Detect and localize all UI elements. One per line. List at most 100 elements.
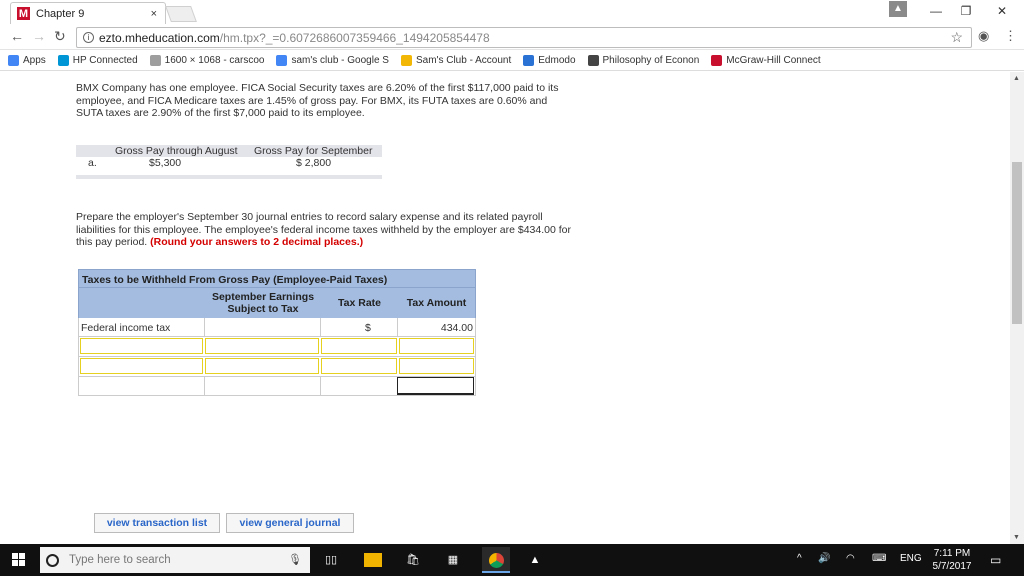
system-clock[interactable]: 7:11 PM 5/7/2017	[928, 547, 976, 573]
tab-title: Chapter 9	[36, 7, 85, 20]
bookmark-label: Edmodo	[538, 55, 576, 66]
bookmark-label: McGraw-Hill Connect	[726, 55, 821, 66]
browser-tab[interactable]: M Chapter 9 ×	[10, 2, 166, 24]
restore-button[interactable]: ❐	[952, 2, 980, 20]
bookmark-label: sam's club - Google S	[291, 55, 389, 66]
bookmark-star-icon[interactable]: ☆	[950, 29, 963, 46]
tax-amount-input[interactable]	[398, 338, 474, 354]
tray-chevron-icon[interactable]: ^	[797, 553, 802, 564]
bookmark-label: Sam's Club - Account	[415, 55, 512, 66]
total-row	[78, 377, 476, 396]
wifi-icon[interactable]: ◠	[846, 553, 855, 564]
language-indicator[interactable]: ENG	[900, 553, 922, 564]
edmodo-icon	[523, 55, 535, 66]
rounding-note: (Round your answers to 2 decimal places.…	[150, 236, 364, 248]
mcgraw-hill-icon	[711, 55, 723, 66]
microphone-icon[interactable]: 🎙	[288, 553, 302, 566]
earnings-input[interactable]	[205, 358, 320, 374]
browser-menu-icon[interactable]: ⋮	[1004, 28, 1017, 44]
tax-table-title: Taxes to be Withheld From Gross Pay (Emp…	[78, 269, 476, 288]
page-scrollbar[interactable]: ▲ ▼	[1010, 72, 1024, 544]
given-row-label: a.	[88, 157, 97, 169]
tax-amount-input[interactable]	[398, 358, 474, 374]
problem-instruction: Prepare the employer's September 30 jour…	[76, 211, 576, 249]
back-arrow-icon[interactable]: ←	[10, 28, 24, 44]
bookmark-item[interactable]: Apps	[8, 55, 46, 66]
page-content: BMX Company has one employee. FICA Socia…	[0, 72, 1010, 544]
header-blank	[79, 288, 205, 318]
header-earnings: September Earnings Subject to Tax	[211, 291, 315, 315]
page-icon	[149, 55, 161, 66]
profile-icon[interactable]: ▲	[889, 1, 907, 17]
file-explorer-icon[interactable]	[364, 553, 382, 567]
bookmark-item[interactable]: 1600 × 1068 - carscoo	[149, 55, 265, 66]
clock-time: 7:11 PM	[933, 548, 971, 559]
google-icon	[276, 55, 288, 66]
tax-withholding-table: Taxes to be Withheld From Gross Pay (Emp…	[78, 269, 476, 396]
keyboard-icon[interactable]: ⌨	[872, 553, 886, 564]
task-view-icon[interactable]: ▯▯	[322, 551, 340, 569]
store-icon[interactable]: 🛍	[404, 551, 422, 569]
bookmark-item[interactable]: HP Connected	[57, 55, 138, 66]
tax-rate-input[interactable]	[321, 358, 397, 374]
total-blank-2	[321, 377, 398, 395]
calculator-icon[interactable]: ▦	[444, 551, 462, 569]
table-row	[78, 357, 476, 377]
tax-rate-input[interactable]	[321, 338, 397, 354]
taskbar-search-input[interactable]: Type here to search 🎙	[40, 547, 310, 573]
row-label: Federal income tax	[79, 318, 205, 336]
header-tax-rate: Tax Rate	[338, 297, 381, 309]
windows-start-icon[interactable]	[12, 553, 26, 567]
view-general-journal-button[interactable]: view general journal	[226, 513, 354, 533]
tax-table-header: September Earnings Subject to Tax Tax Ra…	[78, 288, 476, 318]
bookmark-item[interactable]: Philosophy of Econon	[587, 55, 699, 66]
earnings-input[interactable]	[205, 338, 320, 354]
tax-name-input[interactable]	[80, 338, 204, 354]
bookmark-item[interactable]: sam's club - Google S	[276, 55, 389, 66]
problem-intro: BMX Company has one employee. FICA Socia…	[76, 82, 559, 119]
sams-club-icon	[400, 55, 412, 66]
hp-icon	[57, 55, 69, 66]
given-col2-value: $ 2,800	[296, 157, 332, 169]
extension-icon[interactable]: ◉	[978, 28, 989, 44]
minimize-button[interactable]: —	[922, 2, 950, 20]
header-tax-amount: Tax Amount	[406, 297, 467, 309]
close-window-button[interactable]: ✕	[988, 2, 1016, 20]
tab-close-icon[interactable]: ×	[151, 8, 157, 20]
tax-name-input[interactable]	[80, 358, 204, 374]
new-tab-button[interactable]	[165, 6, 197, 22]
info-icon[interactable]: i	[83, 32, 94, 43]
bookmark-item[interactable]: Sam's Club - Account	[400, 55, 512, 66]
leaf-icon	[587, 55, 599, 66]
bookmarks-bar: Apps HP Connected 1600 × 1068 - carscoo sam…	[0, 51, 1024, 71]
bookmark-item[interactable]: McGraw-Hill Connect	[711, 55, 821, 66]
cortana-icon	[46, 553, 59, 567]
url-host: ezto.mheducation.com	[99, 30, 220, 45]
bookmark-label: Apps	[23, 55, 46, 66]
total-label	[79, 377, 205, 395]
forward-arrow-icon[interactable]: →	[32, 28, 46, 44]
address-bar[interactable]: i ezto.mheducation.com /hm.tpx?_=0.60726…	[76, 27, 972, 48]
scroll-down-icon[interactable]: ▼	[1013, 534, 1020, 541]
total-blank	[205, 377, 321, 395]
volume-icon[interactable]: 🔊	[818, 553, 830, 564]
table-row	[78, 337, 476, 357]
notifications-icon[interactable]: ▭	[990, 553, 1001, 567]
address-toolbar: ← → ↻ i ezto.mheducation.com /hm.tpx?_=0…	[0, 24, 1024, 50]
view-transaction-list-button[interactable]: view transaction list	[94, 513, 220, 533]
total-amount-input[interactable]	[397, 377, 474, 395]
clock-date: 5/7/2017	[932, 561, 972, 572]
table-row: Federal income tax $ 434.00	[78, 318, 476, 337]
row-earnings	[205, 318, 321, 336]
given-col2-header: Gross Pay for September	[254, 145, 373, 157]
scroll-thumb[interactable]	[1012, 162, 1022, 324]
search-placeholder: Type here to search	[69, 554, 171, 566]
photos-icon[interactable]: ▲	[526, 551, 544, 569]
bookmark-item[interactable]: Edmodo	[523, 55, 576, 66]
reload-icon[interactable]: ↻	[54, 28, 66, 45]
chrome-icon[interactable]	[482, 547, 510, 573]
scroll-up-icon[interactable]: ▲	[1013, 75, 1020, 82]
bookmark-label: 1600 × 1068 - carscoo	[164, 55, 265, 66]
url-path: /hm.tpx?_=0.6072686007359466_14942058544…	[219, 30, 490, 45]
given-col1-header: Gross Pay through August	[115, 145, 238, 157]
